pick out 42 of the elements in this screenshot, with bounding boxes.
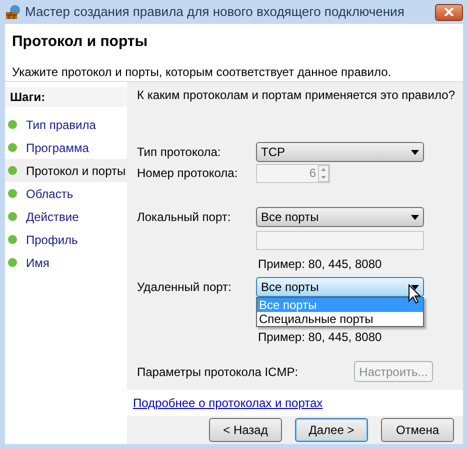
local-port-field[interactable] xyxy=(256,231,424,250)
page-heading: Протокол и порты xyxy=(12,32,149,52)
learn-more-link[interactable]: Подробнее о протоколах и портах xyxy=(133,394,323,412)
remote-port-dropdown[interactable]: Все порты xyxy=(256,277,424,297)
window-title: Мастер создания правила для нового входящего подключения xyxy=(25,3,406,22)
close-button[interactable] xyxy=(435,4,463,20)
protocol-number-label: Номер протокола: xyxy=(137,165,239,182)
step-item: Имя xyxy=(5,251,127,274)
page-subtitle: Укажите протокол и порты, которым соответствует данное правило. xyxy=(12,64,392,80)
step-item: Тип правила xyxy=(5,113,127,136)
caret-icon xyxy=(411,214,419,220)
example-hint: Пример: 80, 445, 8080 xyxy=(258,331,383,343)
steps-label: Шаги: xyxy=(10,89,46,106)
firewall-icon xyxy=(5,4,21,20)
dropdown-option[interactable]: Специальные порты xyxy=(257,312,423,326)
protocol-type-dropdown[interactable]: TCP xyxy=(256,142,424,162)
status-dot-icon xyxy=(8,166,17,175)
status-dot-icon xyxy=(8,120,17,129)
status-dot-icon xyxy=(8,212,17,221)
protocol-type-label: Тип протокола: xyxy=(137,144,222,161)
status-dot-icon xyxy=(8,258,17,267)
spin-arrows-icon xyxy=(318,164,329,182)
status-dot-icon xyxy=(8,189,17,198)
remote-port-label: Удаленный порт: xyxy=(137,279,232,296)
close-icon xyxy=(444,8,454,16)
step-item: Действие xyxy=(5,205,127,228)
wizard-button[interactable]: < Назад xyxy=(209,418,282,442)
step-item: Программа xyxy=(5,136,127,159)
step-item: Область xyxy=(5,182,127,205)
local-port-dropdown[interactable]: Все порты xyxy=(256,207,424,227)
caret-icon xyxy=(411,150,419,154)
wizard-button[interactable]: Далее > xyxy=(295,418,368,442)
step-item: Профиль xyxy=(5,228,127,251)
step-item: Протокол и порты xyxy=(5,159,127,182)
question-text: К каким протоколам и портам применяется это правило? xyxy=(137,87,456,104)
caret-icon xyxy=(411,284,419,290)
icmp-label: Параметры протокола ICMP: xyxy=(137,364,298,380)
local-port-label: Локальный порт: xyxy=(137,209,232,226)
example-hint: Пример: 80, 445, 8080 xyxy=(258,256,383,273)
status-dot-icon xyxy=(8,235,17,244)
status-dot-icon xyxy=(8,143,17,152)
wizard-button[interactable]: Отмена xyxy=(381,418,454,442)
